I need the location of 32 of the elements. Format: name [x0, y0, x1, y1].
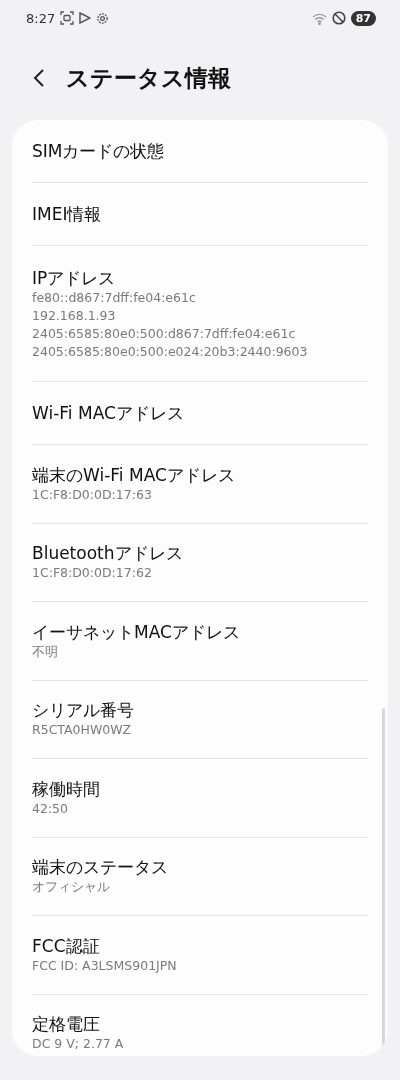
setting-value: fe80::d867:7dff:fe04:e61c [32, 288, 197, 307]
setting-value: 42:50 [32, 799, 70, 818]
setting-value: DC 9 V; 2.77 A [32, 1035, 125, 1054]
screenshot-icon [60, 11, 75, 25]
setting-value: 2405:6585:80e0:500:d867:7dff:fe04:e61c [32, 324, 297, 343]
setting-value: FCC ID: A3LSMS901JPN [32, 956, 178, 975]
setting-value: 2405:6585:80e0:500:e024:20b3:2440:9603 [32, 342, 309, 361]
wifi-icon [311, 11, 327, 25]
setting-label[interactable]: Wi-Fi MACアドレス [32, 402, 368, 424]
do-not-disturb-icon [331, 11, 346, 25]
setting-value: 1C:F8:D0:0D:17:63 [32, 485, 153, 504]
settings-icon [96, 11, 110, 25]
setting-value: オフィシャル [32, 878, 111, 897]
setting-label[interactable]: 定格電圧 [32, 1013, 368, 1036]
play-icon [79, 12, 92, 24]
setting-label[interactable]: 端末のWi-Fi MACアドレス [32, 463, 368, 486]
setting-value: 192.168.1.93 [32, 306, 117, 325]
time: 8:27 [26, 10, 56, 26]
setting-value: 不明 [32, 642, 59, 661]
setting-label[interactable]: 稼働時間 [32, 777, 368, 800]
setting-value: R5CTA0HW0WZ [32, 721, 133, 740]
setting-label[interactable]: IPアドレス [32, 266, 368, 289]
setting-label[interactable]: Bluetoothアドレス [32, 542, 368, 565]
setting-label[interactable]: SIMカードの状態 [32, 140, 368, 162]
setting-label[interactable]: シリアル番号 [32, 699, 368, 722]
setting-value: 1C:F8:D0:0D:17:62 [32, 564, 153, 583]
page-title: ステータス情報 [66, 63, 231, 93]
setting-label[interactable]: IMEI情報 [32, 203, 368, 225]
setting-label[interactable]: 端末のステータス [32, 856, 368, 879]
setting-label[interactable]: イーサネットMACアドレス [32, 620, 368, 643]
setting-label[interactable]: FCC認証 [32, 934, 368, 957]
battery-level: 87 [350, 10, 376, 26]
